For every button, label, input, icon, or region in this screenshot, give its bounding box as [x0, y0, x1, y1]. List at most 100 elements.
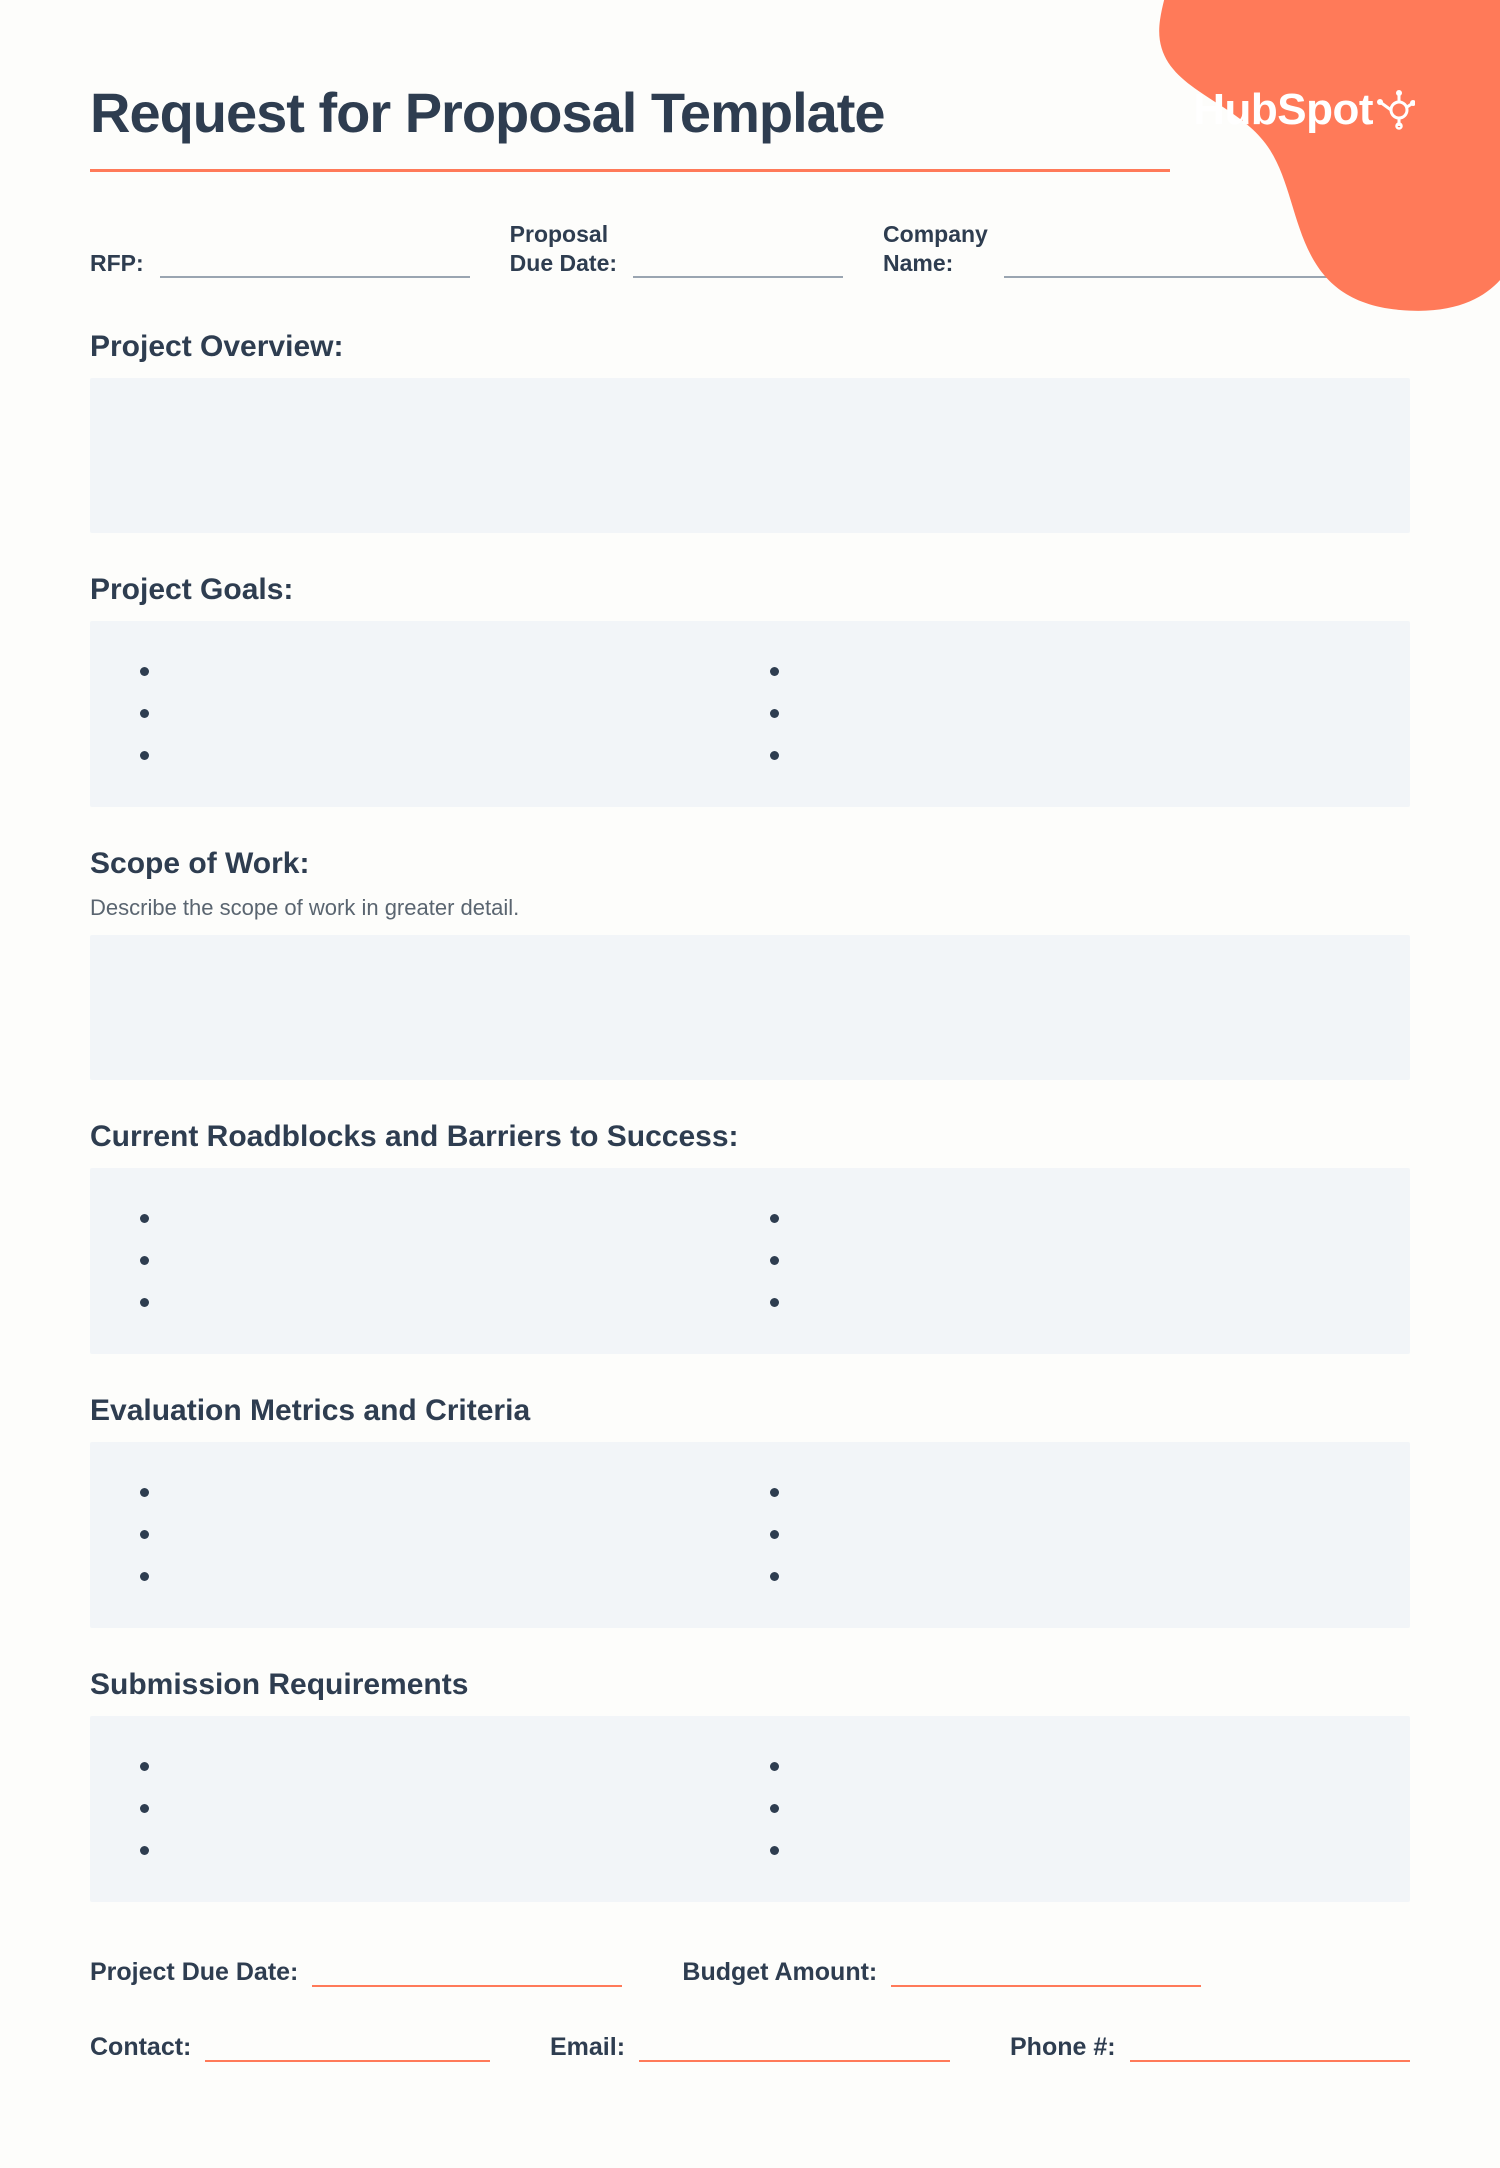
bullet-icon [770, 1762, 779, 1771]
submission-input[interactable] [797, 1839, 1360, 1862]
bullet-icon [770, 1846, 779, 1855]
scope-input[interactable] [90, 935, 1410, 1075]
bullet-icon [770, 1256, 779, 1265]
roadblock-input[interactable] [797, 1207, 1360, 1230]
list-item [140, 1240, 730, 1282]
bullet-icon [140, 751, 149, 760]
scope-panel [90, 935, 1410, 1080]
rfp-input[interactable] [160, 254, 470, 278]
bullet-icon [140, 1846, 149, 1855]
email-input[interactable] [639, 2038, 950, 2062]
title-underline [90, 169, 1170, 172]
metric-input[interactable] [797, 1565, 1360, 1588]
goal-input[interactable] [167, 702, 730, 725]
scope-title: Scope of Work: [90, 847, 1410, 881]
metrics-col-left [140, 1472, 730, 1598]
bullet-icon [770, 1804, 779, 1813]
bullet-icon [140, 1214, 149, 1223]
list-item [770, 1240, 1360, 1282]
phone-input[interactable] [1130, 2038, 1410, 2062]
roadblock-input[interactable] [167, 1249, 730, 1272]
list-item [140, 1198, 730, 1240]
metric-input[interactable] [797, 1523, 1360, 1546]
phone-label: Phone #: [1010, 2033, 1116, 2062]
submission-input[interactable] [797, 1797, 1360, 1820]
submission-col-right [770, 1746, 1360, 1872]
goals-panel [90, 621, 1410, 807]
budget-field: Budget Amount: [682, 1958, 1201, 1987]
scope-desc: Describe the scope of work in greater de… [90, 895, 1410, 921]
roadblock-input[interactable] [167, 1291, 730, 1314]
footer-row-2: Contact: Email: Phone #: [90, 2033, 1410, 2062]
bullet-icon [770, 1530, 779, 1539]
submission-input[interactable] [797, 1755, 1360, 1778]
budget-input[interactable] [891, 1963, 1201, 1987]
submission-col-left [140, 1746, 730, 1872]
contact-label: Contact: [90, 2033, 191, 2062]
metric-input[interactable] [167, 1565, 730, 1588]
metric-input[interactable] [797, 1481, 1360, 1504]
metric-input[interactable] [167, 1523, 730, 1546]
list-item [770, 1788, 1360, 1830]
list-item [140, 1514, 730, 1556]
phone-field: Phone #: [1010, 2033, 1410, 2062]
bullet-icon [140, 1530, 149, 1539]
list-item [770, 735, 1360, 777]
bullet-icon [140, 1572, 149, 1581]
list-item [770, 1830, 1360, 1872]
list-item [140, 1472, 730, 1514]
goals-col-right [770, 651, 1360, 777]
bullet-icon [770, 1572, 779, 1581]
company-label: Company Name: [883, 220, 988, 278]
bullet-icon [140, 667, 149, 676]
bullet-icon [770, 751, 779, 760]
bullet-icon [140, 1256, 149, 1265]
sprocket-icon [1375, 90, 1415, 130]
metrics-title: Evaluation Metrics and Criteria [90, 1394, 1410, 1428]
logo-text: HubSpot [1193, 85, 1373, 135]
contact-input[interactable] [205, 2038, 490, 2062]
due-field: Proposal Due Date: [510, 220, 843, 278]
list-item [770, 1282, 1360, 1324]
roadblocks-title: Current Roadblocks and Barriers to Succe… [90, 1120, 1410, 1154]
bullet-icon [770, 1488, 779, 1497]
overview-panel [90, 378, 1410, 533]
submission-title: Submission Requirements [90, 1668, 1410, 1702]
section-roadblocks: Current Roadblocks and Barriers to Succe… [90, 1120, 1410, 1354]
hubspot-logo: HubSpot [1193, 85, 1415, 135]
roadblocks-col-left [140, 1198, 730, 1324]
list-item [140, 1746, 730, 1788]
list-item [140, 651, 730, 693]
roadblock-input[interactable] [167, 1207, 730, 1230]
metrics-col-right [770, 1472, 1360, 1598]
goal-input[interactable] [167, 660, 730, 683]
bullet-icon [140, 1488, 149, 1497]
bullet-icon [140, 1298, 149, 1307]
overview-input[interactable] [90, 378, 1410, 528]
project-due-input[interactable] [312, 1963, 622, 1987]
due-input[interactable] [633, 254, 843, 278]
submission-input[interactable] [167, 1755, 730, 1778]
goal-input[interactable] [797, 660, 1360, 683]
contact-field: Contact: [90, 2033, 490, 2062]
roadblock-input[interactable] [797, 1249, 1360, 1272]
rfp-template-page: HubSpot Request for Proposal Template [0, 0, 1500, 2168]
submission-input[interactable] [167, 1839, 730, 1862]
goal-input[interactable] [167, 744, 730, 767]
metric-input[interactable] [167, 1481, 730, 1504]
roadblocks-col-right [770, 1198, 1360, 1324]
due-label: Proposal Due Date: [510, 220, 617, 278]
roadblock-input[interactable] [797, 1291, 1360, 1314]
goals-title: Project Goals: [90, 573, 1410, 607]
section-scope: Scope of Work: Describe the scope of wor… [90, 847, 1410, 1080]
bullet-icon [770, 1214, 779, 1223]
submission-panel [90, 1716, 1410, 1902]
rfp-field: RFP: [90, 249, 470, 278]
section-submission: Submission Requirements [90, 1668, 1410, 1902]
metrics-panel [90, 1442, 1410, 1628]
submission-input[interactable] [167, 1797, 730, 1820]
bullet-icon [140, 1762, 149, 1771]
goal-input[interactable] [797, 702, 1360, 725]
bullet-icon [140, 1804, 149, 1813]
goal-input[interactable] [797, 744, 1360, 767]
